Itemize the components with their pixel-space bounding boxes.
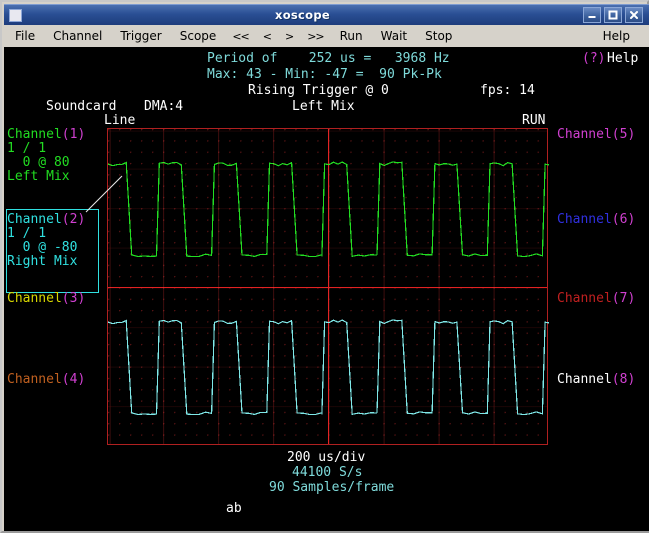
scope-display[interactable]: Period of 252 us = 3968 Hz Max: 43 - Min… xyxy=(4,49,649,531)
maximize-button[interactable] xyxy=(604,7,622,23)
menu-help[interactable]: Help xyxy=(596,27,637,45)
channel-4-label[interactable]: Channel(4) xyxy=(7,373,85,387)
menu-rewind[interactable]: < xyxy=(258,28,276,45)
channel-8-name: Channel xyxy=(557,372,612,387)
maximize-icon xyxy=(608,10,618,20)
sample-rate-readout: 44100 S/s xyxy=(292,466,362,480)
channel-1-source: Left Mix xyxy=(7,170,70,184)
window-title: xoscope xyxy=(22,8,583,22)
channel-2-source: Right Mix xyxy=(7,255,77,269)
channel-6-name: Channel xyxy=(557,212,612,227)
channel-2-scale: 1 / 1 xyxy=(7,227,46,241)
menu-trigger[interactable]: Trigger xyxy=(113,27,168,45)
channel-1-scale: 1 / 1 xyxy=(7,142,46,156)
title-bar: xoscope xyxy=(4,4,649,25)
status-readout: ab xyxy=(226,502,242,516)
channel-5-number: (5) xyxy=(612,127,635,142)
channel-2-trace xyxy=(108,320,549,415)
help-mark-icon[interactable]: (?) xyxy=(582,52,605,66)
channel-4-number: (4) xyxy=(62,372,85,387)
dma-label[interactable]: DMA:4 xyxy=(144,100,183,114)
close-icon xyxy=(629,10,639,20)
input-label[interactable]: Line xyxy=(104,114,135,128)
channel-6-number: (6) xyxy=(612,212,635,227)
menu-rewind-fast[interactable]: << xyxy=(227,28,253,45)
channel-3-number: (3) xyxy=(62,291,85,306)
channel-2-offset: 0 @ -80 xyxy=(7,241,77,255)
channel-2-number: (2) xyxy=(62,212,85,227)
scope-grid[interactable] xyxy=(107,128,548,445)
menu-scope[interactable]: Scope xyxy=(173,27,224,45)
channel-8-number: (8) xyxy=(612,372,635,387)
menu-wait[interactable]: Wait xyxy=(374,27,415,45)
channel-1-offset: 0 @ 80 xyxy=(7,156,70,170)
channel-1-trace xyxy=(108,162,549,257)
menu-stop[interactable]: Stop xyxy=(418,27,459,45)
xoscope-window: xoscope File Channel Trigger Scope xyxy=(0,0,649,533)
help-link[interactable]: Help xyxy=(607,52,638,66)
trigger-readout: Rising Trigger @ 0 xyxy=(248,84,389,98)
channel-7-number: (7) xyxy=(612,291,635,306)
channel-1-name: Channel xyxy=(7,127,62,142)
channel-7-label[interactable]: Channel(7) xyxy=(557,292,635,306)
minmax-readout: Max: 43 - Min: -47 = 90 Pk-Pk xyxy=(207,68,442,82)
channel-3-label[interactable]: Channel(3) xyxy=(7,292,85,306)
channel-2-label[interactable]: Channel(2) xyxy=(7,213,85,227)
menu-forward[interactable]: > xyxy=(280,28,298,45)
channel-6-label[interactable]: Channel(6) xyxy=(557,213,635,227)
menu-run[interactable]: Run xyxy=(333,27,370,45)
timebase-readout: 200 us/div xyxy=(287,451,365,465)
channel-5-name: Channel xyxy=(557,127,612,142)
minimize-icon xyxy=(587,10,597,20)
cursor-pointer-line xyxy=(84,174,124,214)
menu-file[interactable]: File xyxy=(8,27,42,45)
menu-channel[interactable]: Channel xyxy=(46,27,109,45)
channel-7-name: Channel xyxy=(557,291,612,306)
channel-1-label[interactable]: Channel(1) xyxy=(7,128,85,142)
channel-2-name: Channel xyxy=(7,212,62,227)
fps-readout: fps: 14 xyxy=(480,84,535,98)
channel-4-name: Channel xyxy=(7,372,62,387)
channel-3-name: Channel xyxy=(7,291,62,306)
channel-5-label[interactable]: Channel(5) xyxy=(557,128,635,142)
menu-forward-fast[interactable]: >> xyxy=(302,28,328,45)
mix-label[interactable]: Left Mix xyxy=(292,100,355,114)
waveform-traces xyxy=(108,129,549,446)
window-controls xyxy=(583,7,643,23)
channel-1-number: (1) xyxy=(62,127,85,142)
channel-8-label[interactable]: Channel(8) xyxy=(557,373,635,387)
samples-readout: 90 Samples/frame xyxy=(269,481,394,495)
close-button[interactable] xyxy=(625,7,643,23)
menu-bar: File Channel Trigger Scope << < > >> Run… xyxy=(4,25,649,49)
app-icon xyxy=(9,9,22,22)
period-readout: Period of 252 us = 3968 Hz xyxy=(207,52,450,66)
source-label[interactable]: Soundcard xyxy=(46,100,116,114)
minimize-button[interactable] xyxy=(583,7,601,23)
run-status[interactable]: RUN xyxy=(522,114,545,128)
